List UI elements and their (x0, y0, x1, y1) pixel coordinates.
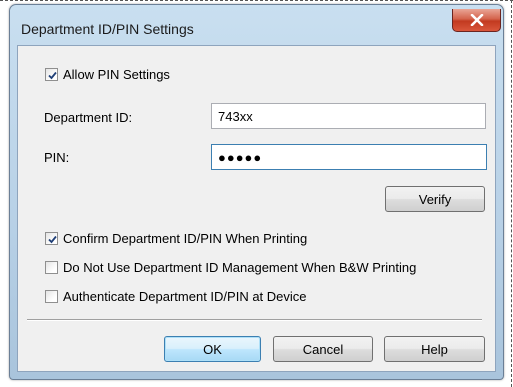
dialog-title: Department ID/PIN Settings (21, 21, 194, 37)
pin-label: PIN: (44, 150, 70, 165)
pin-masked-value: ●●●●● (218, 149, 263, 165)
no-id-management-bw-label: Do Not Use Department ID Management When… (63, 260, 417, 275)
authenticate-at-device-label: Authenticate Department ID/PIN at Device (63, 289, 307, 304)
verify-button[interactable]: Verify (385, 186, 485, 212)
selection-border-top (0, 0, 513, 1)
help-button[interactable]: Help (384, 336, 485, 362)
option-confirm-row[interactable]: Confirm Department ID/PIN When Printing (45, 231, 307, 246)
cancel-button[interactable]: Cancel (273, 336, 373, 362)
checkmark-icon (48, 71, 57, 80)
department-id-field[interactable]: 743xx (211, 103, 486, 129)
department-id-value: 743xx (218, 108, 253, 124)
close-button[interactable] (452, 9, 501, 32)
separator (27, 319, 482, 321)
option-bw-row[interactable]: Do Not Use Department ID Management When… (45, 260, 416, 275)
allow-pin-checkbox-row[interactable]: Allow PIN Settings (45, 67, 170, 82)
option-authenticate-row[interactable]: Authenticate Department ID/PIN at Device (45, 289, 307, 304)
ok-button[interactable]: OK (164, 336, 261, 362)
pin-field[interactable]: ●●●●● (211, 144, 487, 170)
confirm-id-pin-checkbox[interactable] (45, 232, 58, 245)
authenticate-at-device-checkbox[interactable] (45, 290, 58, 303)
allow-pin-label: Allow PIN Settings (63, 67, 170, 82)
department-id-label: Department ID: (44, 110, 133, 125)
screen: Department ID/PIN Settings Allow PIN Set… (0, 0, 513, 387)
selection-border-right (511, 0, 512, 387)
checkmark-icon (48, 235, 57, 244)
close-icon (470, 14, 483, 26)
confirm-id-pin-label: Confirm Department ID/PIN When Printing (63, 231, 308, 246)
no-id-management-bw-checkbox[interactable] (45, 261, 58, 274)
allow-pin-checkbox[interactable] (45, 68, 58, 81)
